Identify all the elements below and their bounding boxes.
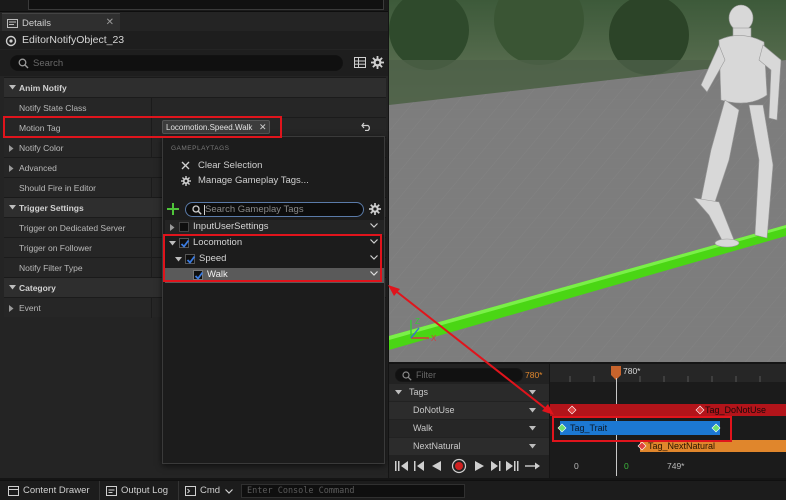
chevron-down-icon: [529, 426, 536, 431]
prev-frame-icon: [414, 461, 424, 471]
details-tab[interactable]: Details ✕: [2, 13, 120, 31]
content-drawer-button[interactable]: Content Drawer: [23, 485, 90, 496]
chevron-down-icon: [9, 205, 16, 210]
event-tag-nextnatural[interactable]: Tag_NextNatural: [648, 441, 715, 451]
chevron-down-icon: [9, 285, 16, 290]
console-command-input[interactable]: Enter Console Command: [241, 484, 465, 498]
next-frame-icon: [491, 461, 501, 471]
search-icon: [192, 205, 202, 215]
grid-view-icon[interactable]: [354, 57, 366, 68]
range-end: 749*: [667, 461, 685, 471]
callout-motion-tag: [3, 116, 282, 138]
object-row: EditorNotifyObject_23: [0, 31, 388, 49]
chevron-down-icon: [529, 444, 536, 449]
chevron-right-icon: [170, 224, 175, 231]
chevron-right-icon: [9, 145, 14, 152]
search-icon: [18, 58, 29, 69]
gameplay-tag-search-input[interactable]: Search Gameplay Tags: [185, 202, 364, 217]
play-reverse-icon: [432, 461, 441, 471]
tag-row-inputusersettings[interactable]: InputUserSettings: [165, 220, 384, 235]
chevron-down-icon: [9, 85, 16, 90]
chevron-right-icon: [9, 165, 14, 172]
gameplay-tag-search-placeholder: Search Gameplay Tags: [205, 204, 304, 215]
details-tab-label: Details: [22, 18, 52, 29]
reset-to-default-icon[interactable]: [361, 122, 372, 131]
details-search-input[interactable]: Search: [10, 55, 343, 71]
range-mid: 0: [624, 461, 629, 471]
chevron-down-icon[interactable]: [225, 489, 233, 494]
content-drawer-icon: [8, 486, 19, 496]
close-icon: [181, 161, 190, 170]
category-anim-notify[interactable]: Anim Notify: [4, 77, 386, 97]
gear-icon[interactable]: [369, 203, 381, 215]
skip-to-end-icon: [506, 461, 519, 471]
gear-icon[interactable]: [371, 56, 384, 69]
property-notify-state-class: Notify State Class: [4, 97, 386, 118]
output-log-icon: [106, 486, 117, 496]
clear-selection-item[interactable]: Clear Selection: [198, 160, 262, 171]
range-start: 0: [574, 461, 579, 471]
callout-tag-tree: [163, 234, 382, 282]
transport-controls: [389, 456, 549, 476]
top-strip: [0, 0, 388, 12]
playhead-frame: 780*: [623, 366, 641, 376]
play-icon: [475, 461, 484, 471]
chevron-right-icon: [9, 305, 14, 312]
tag-checkbox[interactable]: [179, 222, 189, 232]
status-bar: Content Drawer Output Log Cmd Enter Cons…: [0, 480, 786, 500]
chevron-down-icon: [370, 223, 378, 228]
event-tag-donotuse[interactable]: Tag_DoNotUse: [705, 405, 766, 415]
loop-icon: [525, 462, 540, 470]
track-walk[interactable]: Walk: [389, 420, 549, 437]
timeline-ruler[interactable]: [550, 364, 786, 382]
cmd-button[interactable]: Cmd: [200, 485, 220, 496]
details-icon: [7, 18, 18, 28]
skip-to-start-icon: [395, 461, 408, 471]
gear-icon: [181, 176, 191, 186]
object-name: EditorNotifyObject_23: [22, 34, 125, 46]
track-nextnatural[interactable]: NextNatural: [389, 438, 549, 455]
add-tag-icon[interactable]: [167, 203, 179, 215]
object-icon: [5, 35, 17, 47]
popup-header: GAMEPLAYTAGS: [171, 145, 230, 152]
details-search-placeholder: Search: [33, 58, 64, 69]
callout-tag-trait: [552, 416, 732, 442]
details-search-row: Search: [0, 50, 388, 76]
output-log-button[interactable]: Output Log: [121, 485, 168, 496]
gameplay-tags-popup: GAMEPLAYTAGS Clear Selection Manage Game…: [162, 136, 385, 464]
cmd-icon: [185, 486, 196, 496]
manage-gameplay-tags-item[interactable]: Manage Gameplay Tags...: [198, 175, 309, 186]
close-icon[interactable]: ✕: [106, 17, 114, 28]
callout-arrow: [388, 285, 554, 415]
